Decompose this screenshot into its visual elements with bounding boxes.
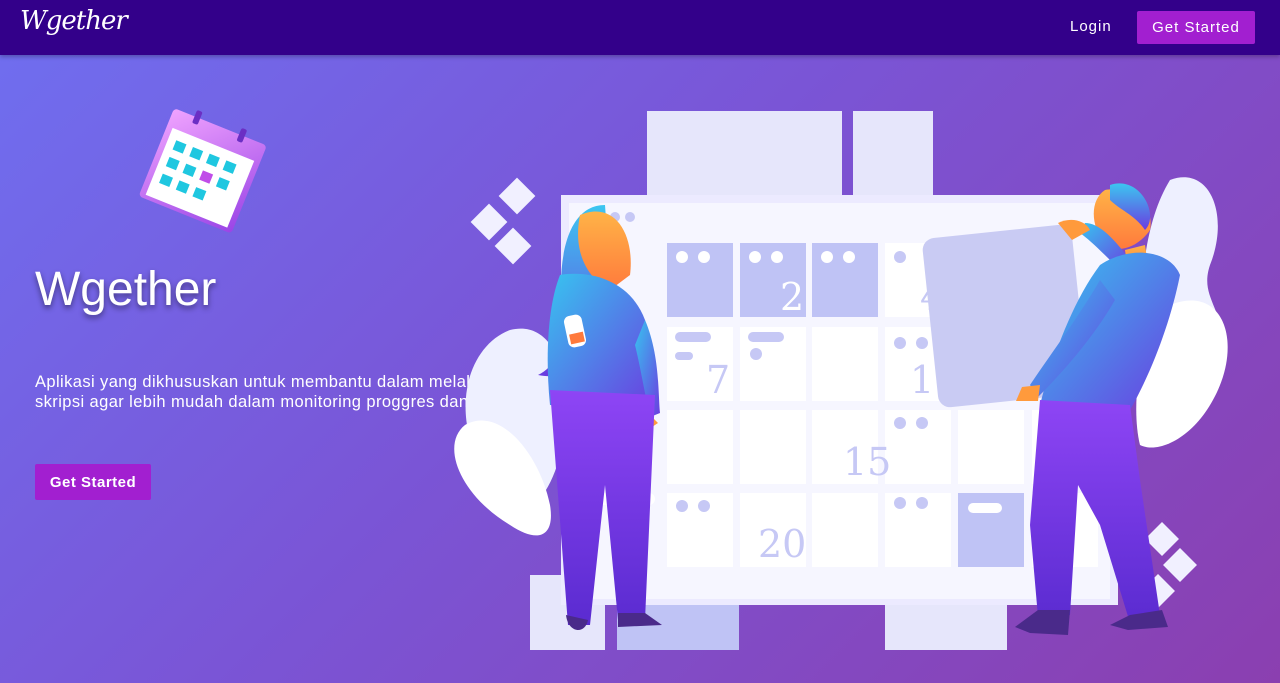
hero-title: Wgether — [35, 263, 217, 316]
calendar-number-7: 7 — [706, 358, 730, 402]
nav-get-started-button[interactable]: Get Started — [1137, 11, 1255, 44]
calendar-icon — [139, 109, 266, 233]
calendar-number-20: 20 — [758, 522, 806, 566]
hero-get-started-button[interactable]: Get Started — [35, 464, 151, 500]
login-link[interactable]: Login — [1070, 18, 1112, 35]
calendar-illustration: 2 4 7 10 15 18 20 — [454, 111, 1228, 650]
brand-logo[interactable]: Wgether — [20, 6, 128, 36]
navbar: Wgether Login Get Started — [0, 0, 1280, 55]
calendar-number-2: 2 — [780, 275, 804, 319]
calendar-number-15: 15 — [843, 440, 891, 484]
